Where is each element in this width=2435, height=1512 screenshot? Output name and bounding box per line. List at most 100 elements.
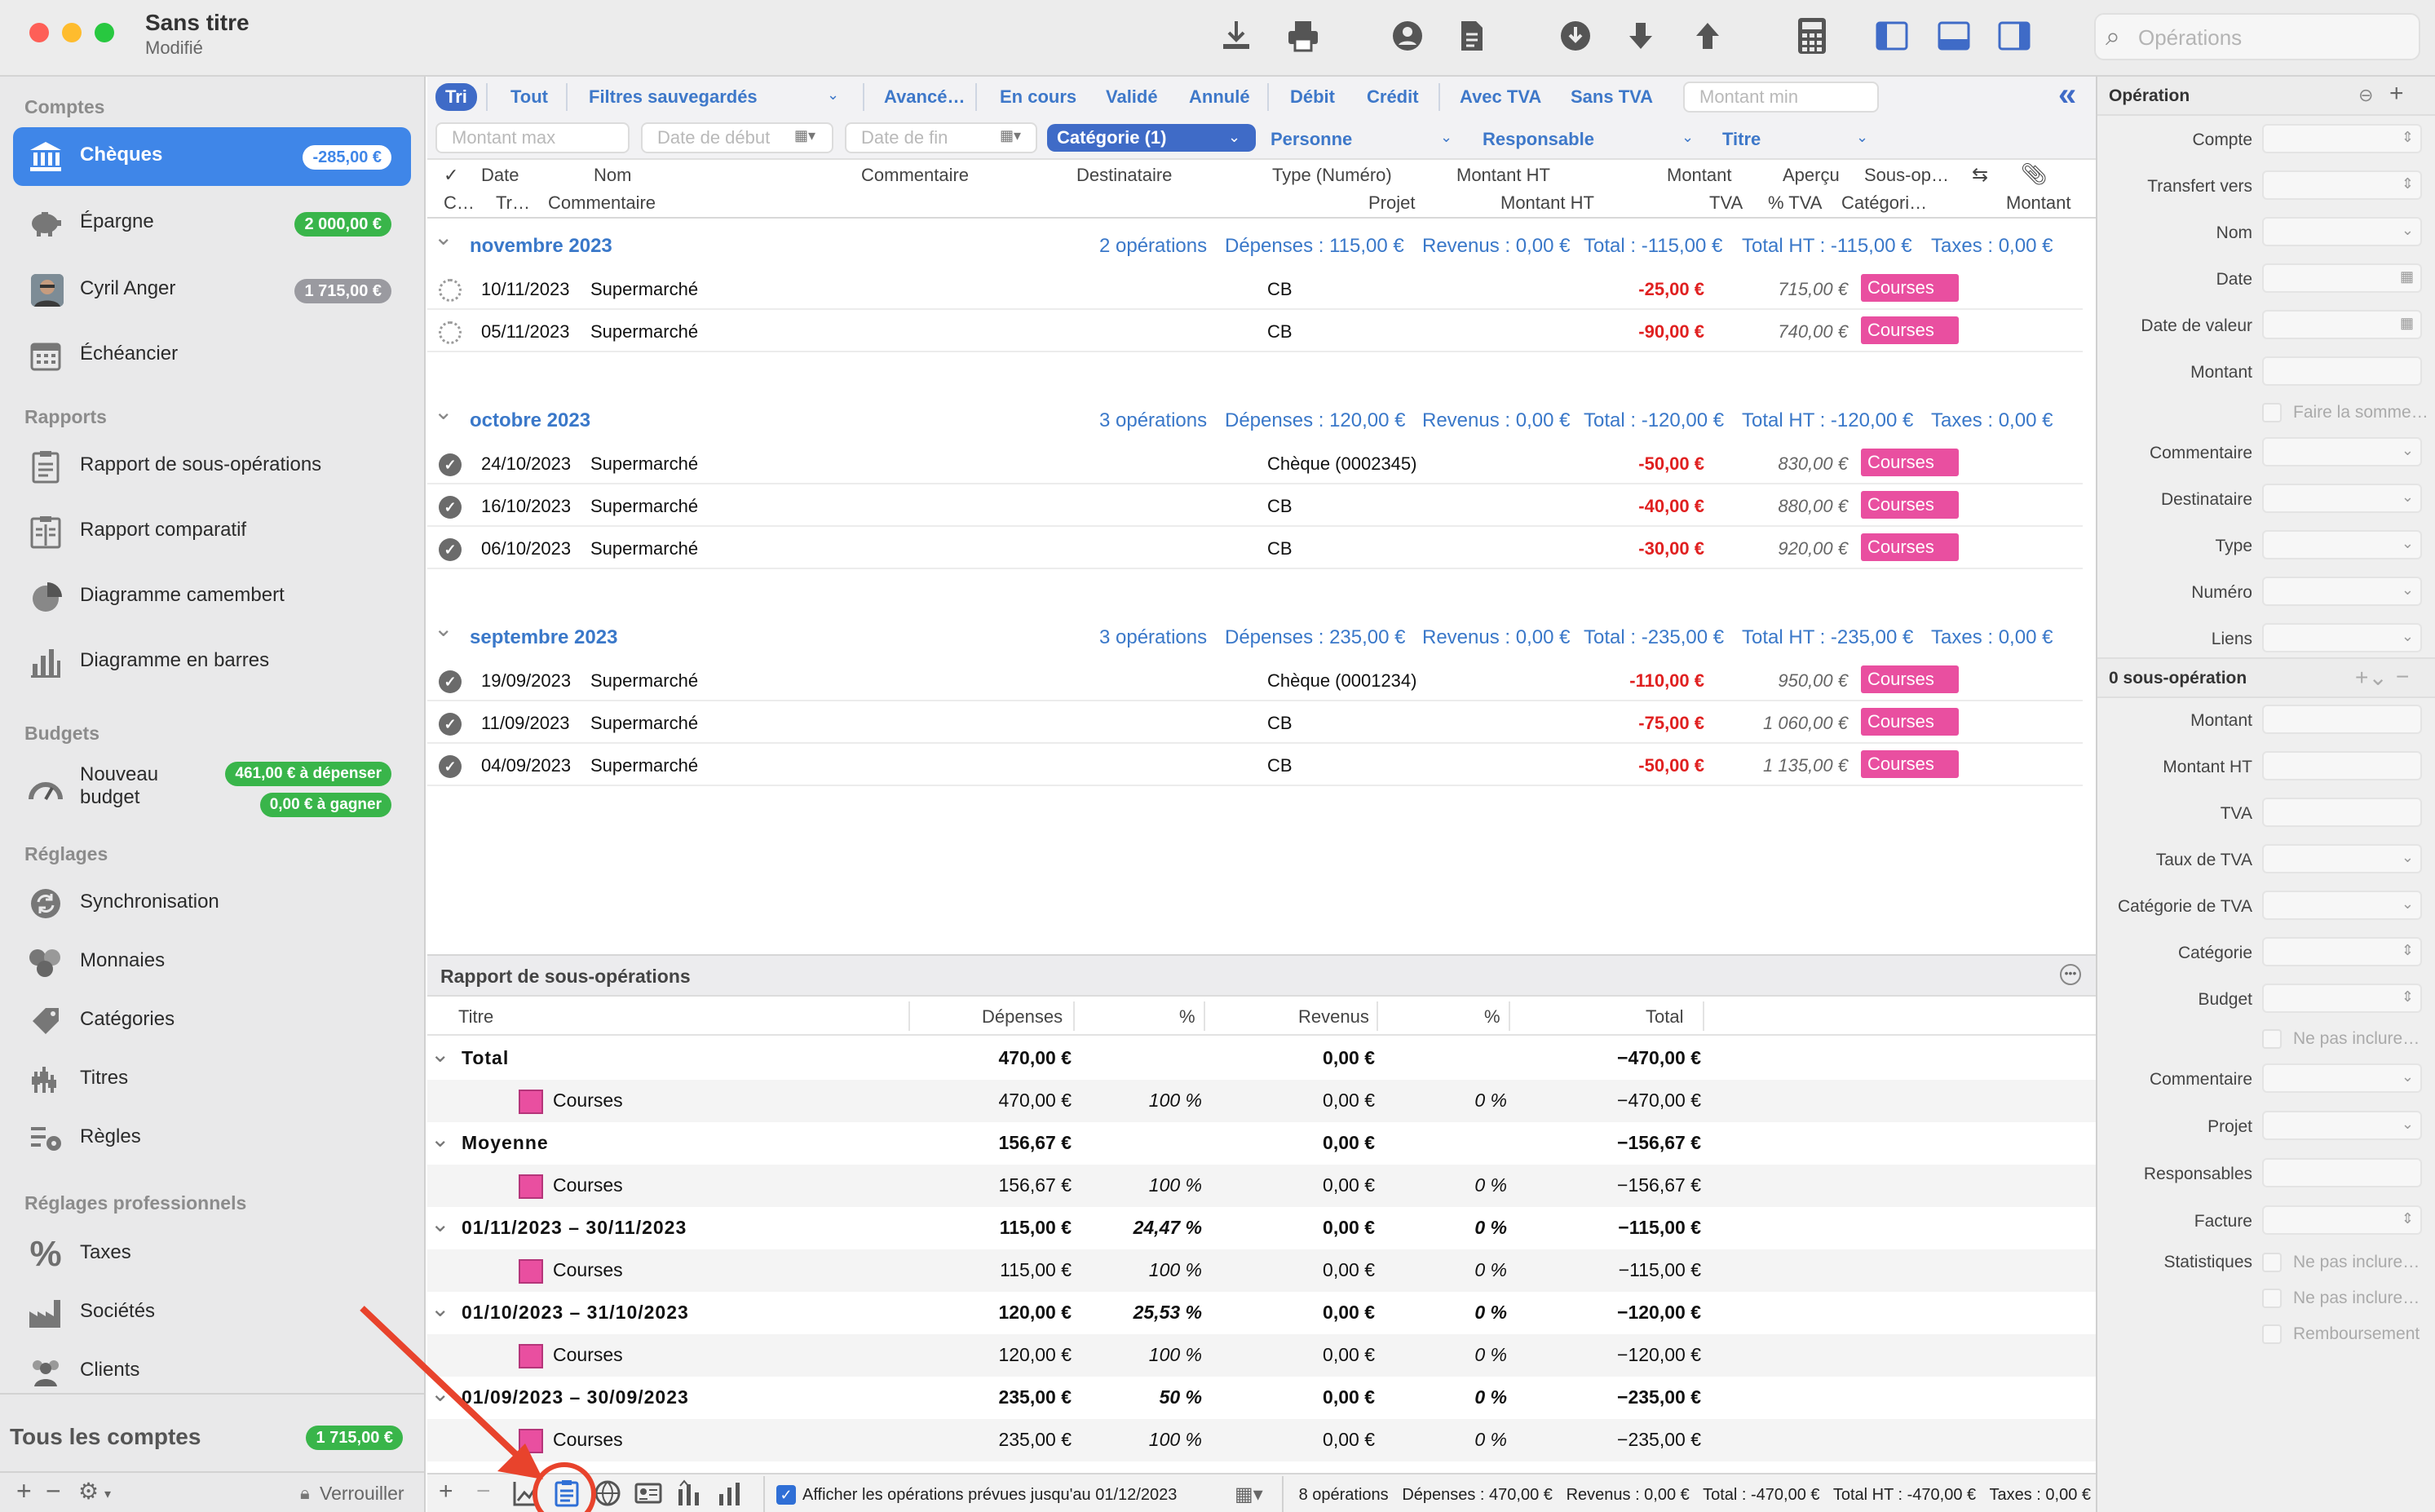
col-check[interactable]: ✓ [444, 165, 458, 186]
search-field[interactable]: ⌕ [2094, 13, 2420, 60]
date-field[interactable]: ▦ [2262, 263, 2422, 293]
sub-taux-tva-field[interactable]: ⌄ [2262, 844, 2422, 873]
arrow-down-icon[interactable] [1620, 15, 1662, 57]
pending-status-icon[interactable]: ✓ [439, 279, 462, 302]
table-row[interactable]: ✓ 04/09/2023 Supermarché CB -50,00 € 1 135,00… [427, 744, 2083, 786]
montant-min-input[interactable] [1683, 82, 1879, 113]
add-icon[interactable]: + [2389, 80, 2404, 108]
chevron-down-icon[interactable]: ⌄ [431, 1210, 449, 1237]
sort-bars-icon[interactable] [675, 1479, 703, 1507]
col-montant-ht-2[interactable]: Montant HT [1500, 192, 1594, 214]
collapse-filters-icon[interactable]: « [2058, 77, 2076, 113]
calendar-grid-icon[interactable]: ▦▾ [1000, 127, 1021, 144]
filter-annule[interactable]: Annulé [1189, 83, 1250, 111]
filter-titre[interactable]: Titre [1722, 126, 1761, 153]
col-montant-2[interactable]: Montant [2006, 192, 2071, 214]
liens-field[interactable]: ⌄ [2262, 623, 2422, 652]
commentaire-field[interactable]: ⌄ [2262, 437, 2422, 466]
col-c[interactable]: C… [444, 192, 475, 214]
filter-tout[interactable]: Tout [510, 83, 548, 111]
toggle-bottom-panel-icon[interactable] [1933, 15, 1975, 57]
col-pct-tva[interactable]: % TVA [1768, 192, 1822, 214]
add-sub-operation-button[interactable]: +⌄ [2355, 664, 2388, 691]
paperclip-icon[interactable]: 📎︎ [2021, 161, 2048, 187]
validated-check-icon[interactable]: ✓ [439, 453, 462, 476]
filter-categorie[interactable]: Catégorie (1) [1047, 124, 1256, 152]
ne-pas-inclure-1-checkbox[interactable] [2262, 1253, 2282, 1272]
report-sub-row[interactable]: Courses 115,00 € 100 % 0,00 € 0 % −115,00 € [427, 1249, 2096, 1292]
afficher-prevues-checkbox[interactable]: ✓ [776, 1485, 796, 1505]
chevron-down-icon[interactable]: ⌄ [431, 1041, 449, 1068]
report-group-row[interactable]: ⌄ Moyenne 156,67 € 0,00 € −156,67 € [427, 1122, 2096, 1165]
download-circle-icon[interactable] [1554, 15, 1597, 57]
calculator-icon[interactable] [1791, 15, 1833, 57]
rep-col-titre[interactable]: Titre [458, 1006, 493, 1028]
report-sub-row[interactable]: Courses 235,00 €100 % 0,00 €0 % −235,00 € [427, 1419, 2096, 1461]
sub-montant-ht-field[interactable] [2262, 751, 2422, 780]
filter-valide[interactable]: Validé [1106, 83, 1158, 111]
rep-col-pct1[interactable]: % [1179, 1006, 1195, 1028]
sidebar-item-diagramme-camembert[interactable]: Diagramme camembert [13, 568, 411, 626]
rep-col-depenses[interactable]: Dépenses [982, 1006, 1063, 1028]
filter-credit[interactable]: Crédit [1367, 83, 1419, 111]
more-options-icon[interactable]: ••• [2060, 964, 2081, 985]
nom-field[interactable]: ⌄ [2262, 217, 2422, 246]
id-card-icon[interactable] [634, 1479, 662, 1507]
col-sous-op[interactable]: Sous-op… [1864, 165, 1949, 186]
table-row[interactable]: ✓ 10/11/2023 Supermarché CB -25,00 € 715,00 €… [427, 267, 2083, 310]
col-categorie[interactable]: Catégori… [1841, 192, 1927, 214]
document-icon[interactable] [1450, 15, 1492, 57]
minimize-window-button[interactable] [62, 23, 82, 42]
sub-budget-field[interactable]: ⇕ [2262, 984, 2422, 1013]
sidebar-item-taxes[interactable]: % Taxes [13, 1225, 411, 1284]
remboursement-checkbox[interactable] [2262, 1324, 2282, 1344]
table-row[interactable]: ✓ 05/11/2023 Supermarché CB -90,00 € 740,00 €… [427, 310, 2083, 352]
type-field[interactable]: ⌄ [2262, 530, 2422, 559]
sidebar-item-echeancier[interactable]: Échéancier [13, 326, 411, 385]
add-account-button[interactable]: + [16, 1476, 32, 1506]
all-accounts-label[interactable]: Tous les comptes [10, 1424, 201, 1450]
minus-circle-icon[interactable]: ⊖ [2358, 85, 2373, 106]
filter-sans-tva[interactable]: Sans TVA [1571, 83, 1653, 111]
transfert-vers-field[interactable]: ⇕ [2262, 170, 2422, 200]
filter-advanced[interactable]: Avancé… [884, 83, 965, 111]
validated-check-icon[interactable]: ✓ [439, 713, 462, 736]
zoom-window-button[interactable] [95, 23, 114, 42]
validated-check-icon[interactable]: ✓ [439, 538, 462, 561]
remove-sub-operation-button[interactable]: − [2396, 664, 2409, 690]
sidebar-item-monnaies[interactable]: Monnaies [13, 933, 411, 992]
filter-debit[interactable]: Débit [1290, 83, 1335, 111]
date-de-valeur-field[interactable]: ▦ [2262, 310, 2422, 339]
rep-col-revenus[interactable]: Revenus [1298, 1006, 1369, 1028]
ne-pas-inclure-2-checkbox[interactable] [2262, 1289, 2282, 1308]
close-window-button[interactable] [29, 23, 49, 42]
col-commentaire[interactable]: Commentaire [861, 165, 969, 186]
sub-categorie-tva-field[interactable]: ⌄ [2262, 891, 2422, 920]
sub-commentaire-field[interactable]: ⌄ [2262, 1063, 2422, 1093]
month-group-header[interactable]: ⌄ septembre 2023 3 opérations Dépenses : 23… [427, 616, 2096, 652]
toggle-sidebar-icon[interactable] [1871, 15, 1913, 57]
filter-saved[interactable]: Filtres sauvegardés [589, 83, 758, 111]
sub-projet-field[interactable]: ⌄ [2262, 1111, 2422, 1140]
validated-check-icon[interactable]: ✓ [439, 496, 462, 519]
sidebar-item-categories[interactable]: Catégories [13, 992, 411, 1050]
bar-chart-icon[interactable] [716, 1479, 744, 1507]
table-row[interactable]: ✓ 11/09/2023 Supermarché CB -75,00 € 1 060,00… [427, 701, 2083, 744]
sub-categorie-field[interactable]: ⇕ [2262, 937, 2422, 966]
sidebar-item-titres[interactable]: Titres [13, 1050, 411, 1109]
arrow-up-icon[interactable] [1686, 15, 1729, 57]
destinataire-field[interactable]: ⌄ [2262, 484, 2422, 513]
montant-field[interactable] [2262, 356, 2422, 386]
faire-la-somme-checkbox[interactable] [2262, 403, 2282, 422]
table-row[interactable]: ✓ 16/10/2023 Supermarché CB -40,00 € 880,00 €… [427, 484, 2083, 527]
col-date[interactable]: Date [481, 165, 519, 186]
col-montant[interactable]: Montant [1667, 165, 1732, 186]
import-icon[interactable] [1215, 15, 1257, 57]
sidebar-item-nouveau-budget[interactable]: Nouveau budget 461,00 € à dépenser 0,00 … [13, 752, 411, 825]
numero-field[interactable]: ⌄ [2262, 577, 2422, 606]
filter-personne[interactable]: Personne [1271, 126, 1352, 153]
col-projet[interactable]: Projet [1368, 192, 1415, 214]
sidebar-item-diagramme-barres[interactable]: Diagramme en barres [13, 633, 411, 692]
rep-col-total[interactable]: Total [1646, 1006, 1683, 1028]
compte-field[interactable]: ⇕ [2262, 124, 2422, 153]
